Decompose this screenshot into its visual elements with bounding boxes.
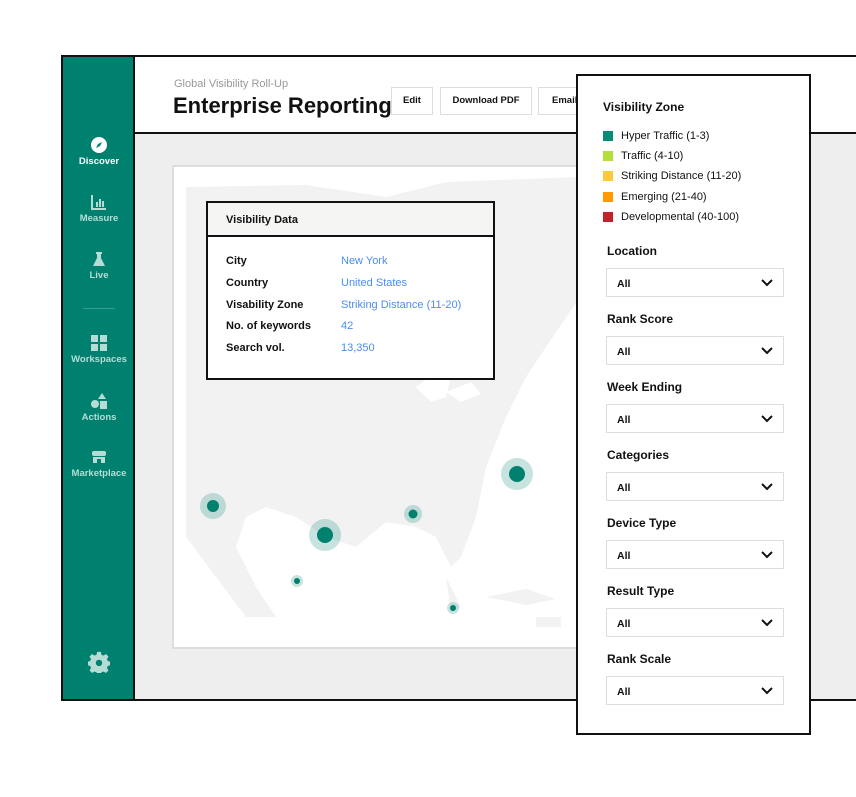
tooltip-value: United States xyxy=(341,277,408,289)
tooltip-label: No. of keywords xyxy=(226,320,311,332)
grid-icon xyxy=(91,335,107,351)
nav-label: Measure xyxy=(79,213,119,224)
legend-item: Striking Distance (11-20) xyxy=(603,170,741,182)
week-ending-select[interactable]: All xyxy=(606,404,784,433)
legend-label: Developmental (40-100) xyxy=(621,211,740,223)
result-type-label: Result Type xyxy=(607,584,675,598)
sidebar-divider xyxy=(83,308,115,309)
select-value: All xyxy=(617,550,631,562)
nav-label: Marketplace xyxy=(71,468,127,479)
nav-measure[interactable]: Measure xyxy=(63,194,135,224)
map-marker[interactable] xyxy=(291,575,303,587)
chevron-down-icon xyxy=(761,415,773,423)
rank-score-select[interactable]: All xyxy=(606,336,784,365)
legend-label: Traffic (4-10) xyxy=(621,150,684,162)
device-type-select[interactable]: All xyxy=(606,540,784,569)
select-value: All xyxy=(617,346,631,358)
legend-label: Hyper Traffic (1-3) xyxy=(621,130,710,142)
map-marker[interactable] xyxy=(447,602,459,614)
select-value: All xyxy=(617,414,631,426)
chevron-down-icon xyxy=(761,551,773,559)
select-value: All xyxy=(617,618,631,630)
page-subtitle: Global Visibility Roll-Up xyxy=(174,78,289,90)
nav-label: Live xyxy=(89,270,109,281)
bar-chart-icon xyxy=(91,195,106,210)
categories-select[interactable]: All xyxy=(606,472,784,501)
legend-item: Developmental (40-100) xyxy=(603,211,739,223)
categories-label: Categories xyxy=(607,448,670,462)
select-value: All xyxy=(617,686,631,698)
week-ending-label: Week Ending xyxy=(607,380,683,394)
nav-workspaces[interactable]: Workspaces xyxy=(63,335,135,365)
tooltip-value: Striking Distance (11-20) xyxy=(341,299,462,311)
legend-title: Visibility Zone xyxy=(603,100,685,114)
tooltip-label: Search vol. xyxy=(226,342,285,354)
store-icon xyxy=(92,451,106,463)
legend-item: Emerging (21-40) xyxy=(603,191,707,203)
tooltip-value: New York xyxy=(341,255,388,267)
select-value: All xyxy=(617,278,631,290)
map-marker[interactable] xyxy=(404,505,422,523)
location-label: Location xyxy=(607,244,657,258)
sidebar: Discover Measure Live Workspaces Actions… xyxy=(63,57,135,699)
rank-scale-label: Rank Scale xyxy=(607,652,672,666)
nav-marketplace[interactable]: Marketplace xyxy=(63,449,135,479)
visibility-data-tooltip: Visibility Data City New York Country Un… xyxy=(206,201,495,380)
chevron-down-icon xyxy=(761,483,773,491)
shapes-icon xyxy=(91,393,107,409)
nav-label: Workspaces xyxy=(71,354,127,365)
rank-scale-select[interactable]: All xyxy=(606,676,784,705)
edit-button[interactable]: Edit xyxy=(391,87,433,115)
tooltip-value: 13,350 xyxy=(341,342,375,354)
chevron-down-icon xyxy=(761,279,773,287)
tooltip-label: City xyxy=(226,255,247,267)
legend-swatch xyxy=(603,212,613,222)
nav-actions[interactable]: Actions xyxy=(63,393,135,423)
device-type-label: Device Type xyxy=(607,516,677,530)
gear-icon[interactable] xyxy=(88,651,110,673)
legend-label: Emerging (21-40) xyxy=(621,191,707,203)
rank-score-label: Rank Score xyxy=(607,312,674,326)
download-pdf-button[interactable]: Download PDF xyxy=(440,87,532,115)
result-type-select[interactable]: All xyxy=(606,608,784,637)
legend-swatch xyxy=(603,192,613,202)
legend-label: Striking Distance (11-20) xyxy=(621,170,742,182)
flask-icon xyxy=(93,252,105,266)
tooltip-title: Visibility Data xyxy=(208,203,493,237)
nav-discover[interactable]: Discover xyxy=(63,137,135,167)
map-marker-new-york[interactable] xyxy=(501,458,533,490)
legend-swatch xyxy=(603,151,613,161)
nav-label: Discover xyxy=(78,156,120,167)
location-select[interactable]: All xyxy=(606,268,784,297)
chevron-down-icon xyxy=(761,619,773,627)
nav-label: Actions xyxy=(81,412,117,423)
legend-item: Traffic (4-10) xyxy=(603,150,683,162)
legend-swatch xyxy=(603,131,613,141)
tooltip-label: Visability Zone xyxy=(226,299,304,311)
nav-live[interactable]: Live xyxy=(63,251,135,281)
select-value: All xyxy=(617,482,631,494)
tooltip-label: Country xyxy=(226,277,269,289)
tooltip-value: 42 xyxy=(341,320,354,332)
chevron-down-icon xyxy=(761,687,773,695)
legend-item: Hyper Traffic (1-3) xyxy=(603,130,709,142)
map-marker[interactable] xyxy=(309,519,341,551)
chevron-down-icon xyxy=(761,347,773,355)
compass-icon xyxy=(91,137,107,153)
map-marker[interactable] xyxy=(200,493,226,519)
legend-swatch xyxy=(603,171,613,181)
page-title: Enterprise Reporting xyxy=(173,93,392,118)
filter-panel: Visibility Zone Hyper Traffic (1-3) Traf… xyxy=(576,74,811,735)
